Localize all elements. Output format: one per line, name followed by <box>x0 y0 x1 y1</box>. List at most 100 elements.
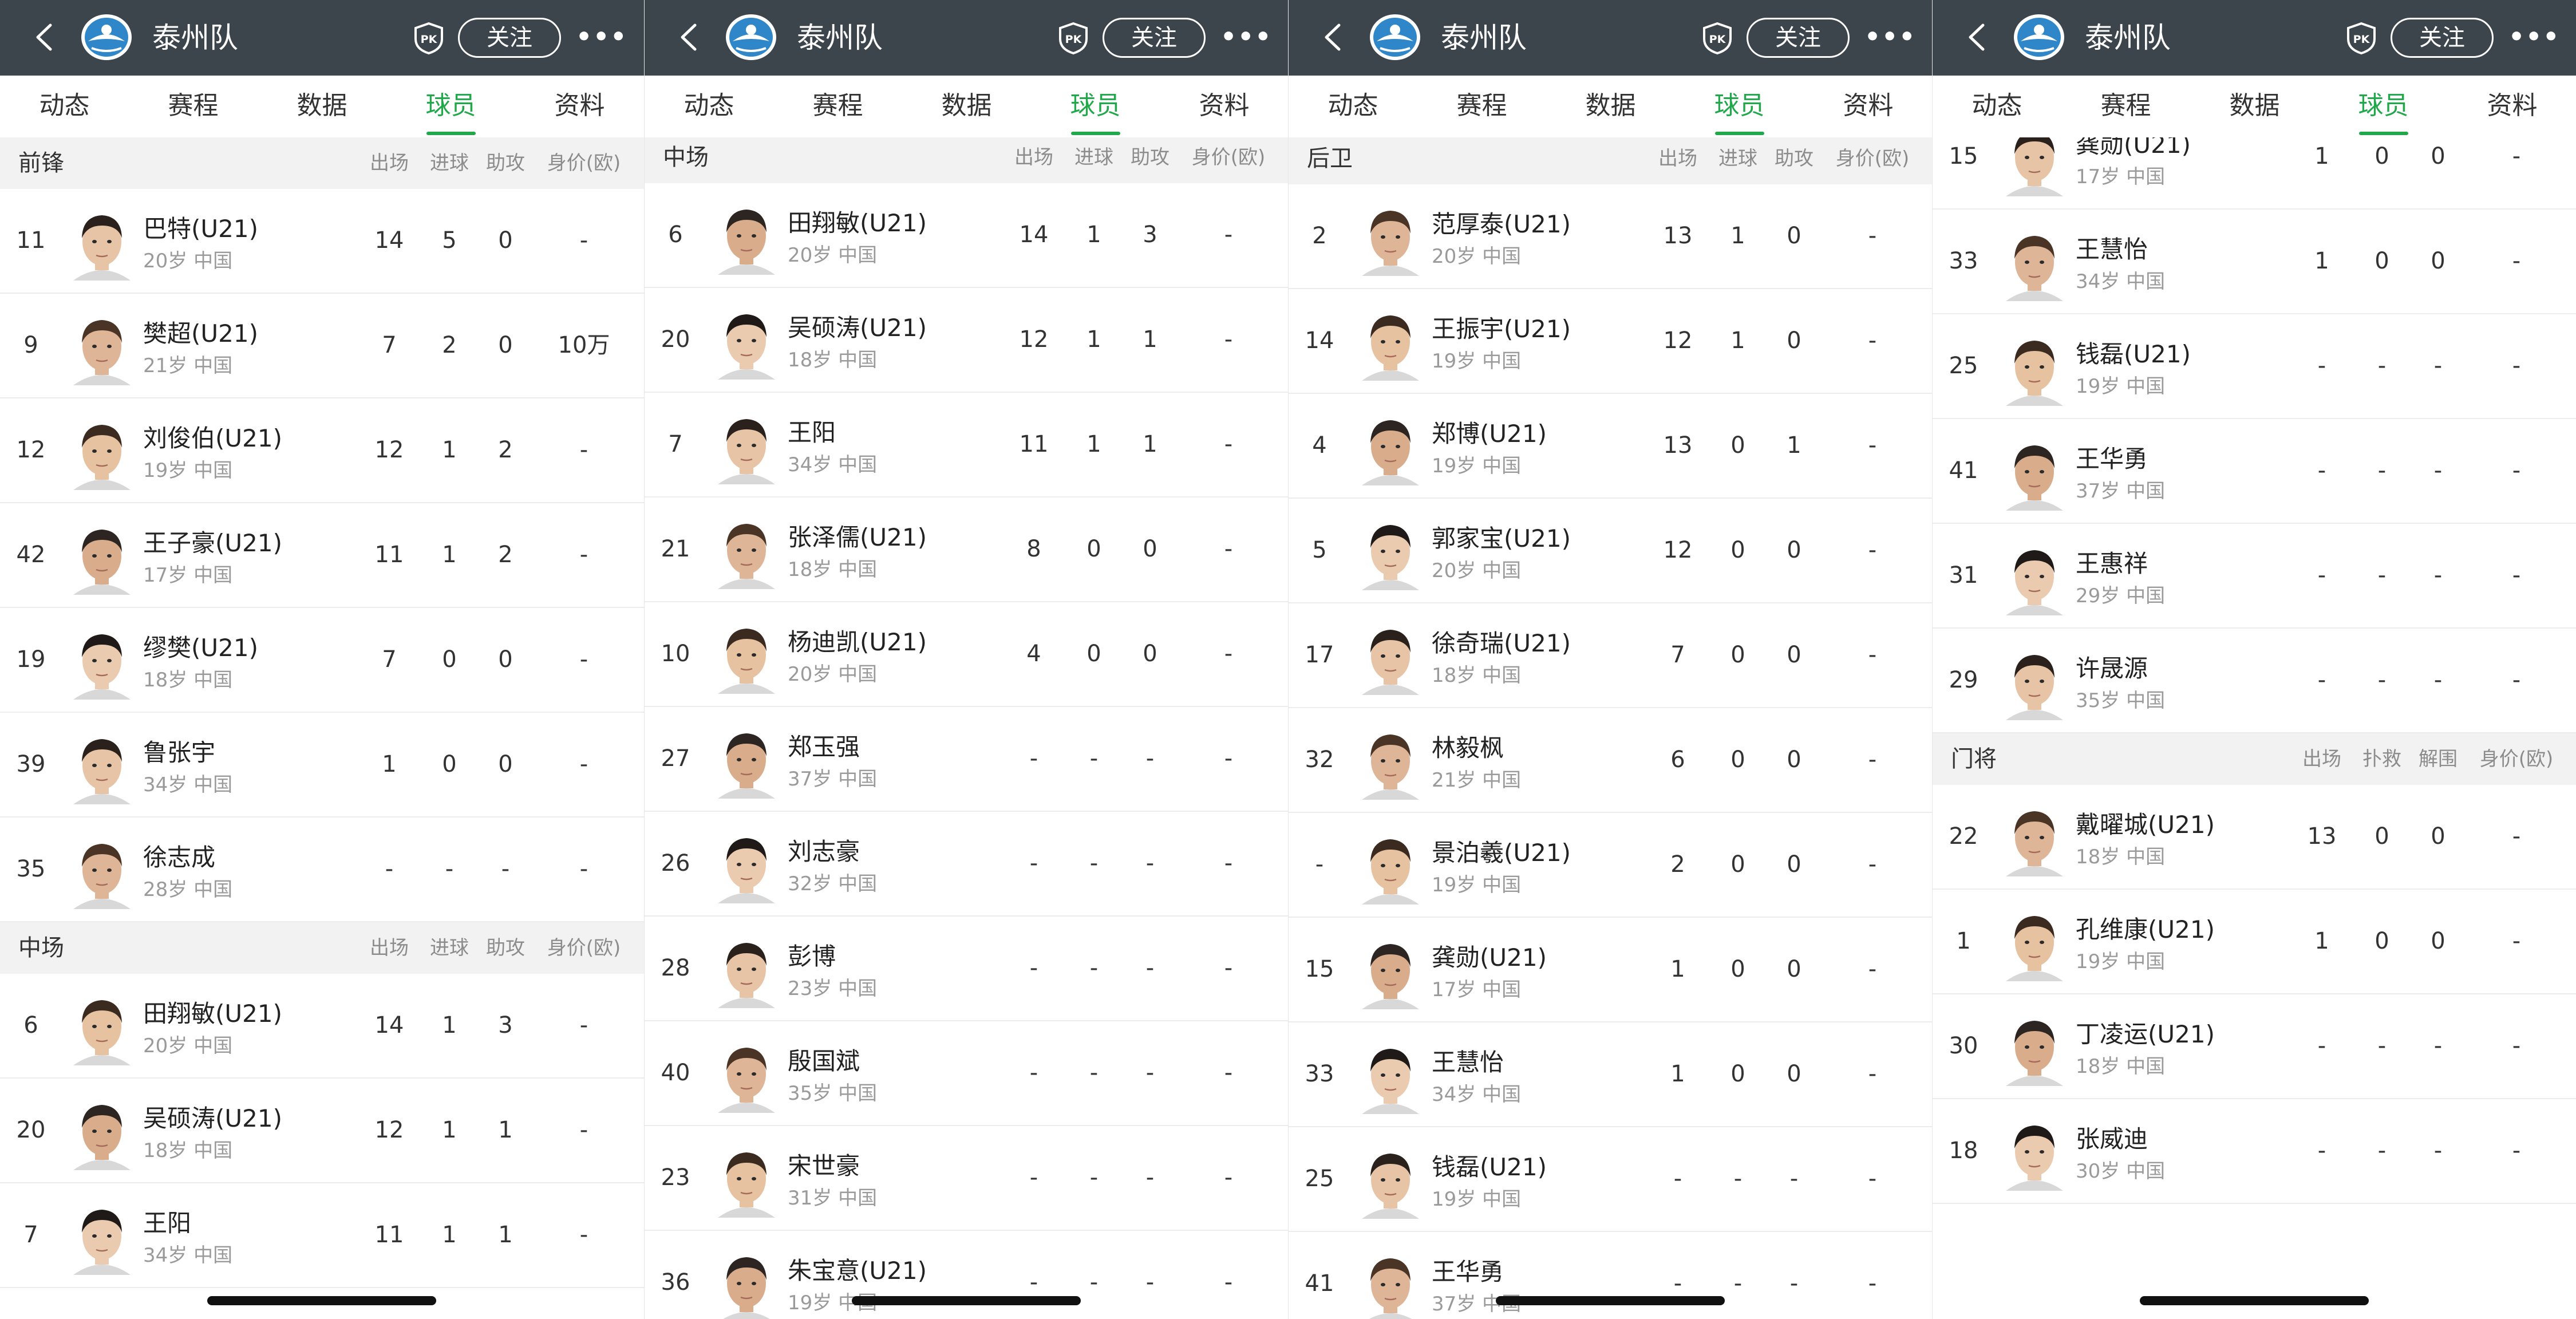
more-menu-icon[interactable]: ••• <box>576 23 626 52</box>
player-row[interactable]: 25 钱磊(U21) 19岁 中国 - - - - <box>1933 314 2576 419</box>
tab-4[interactable]: 资料 <box>515 76 644 137</box>
player-row[interactable]: 30 丁凌运(U21) 18岁 中国 - - - - <box>1933 994 2576 1099</box>
player-row[interactable]: 32 林毅枫 21岁 中国 6 0 0 - <box>1289 708 1932 813</box>
follow-button[interactable]: 关注 <box>1103 18 1206 58</box>
player-row[interactable]: 40 殷国斌 35岁 中国 - - - - <box>645 1021 1288 1126</box>
player-row[interactable]: 6 田翔敏(U21) 20岁 中国 14 1 3 - <box>0 974 644 1079</box>
player-list[interactable]: 后卫 出场 进球 助攻 身价(欧) 2 范厚泰(U21) 20岁 中国 13 1 0-14 王振宇(U… <box>1289 137 1932 1319</box>
tab-3[interactable]: 球员 <box>386 76 515 137</box>
player-age-nationality: 20岁 中国 <box>143 1034 233 1057</box>
player-row[interactable]: 21 张泽儒(U21) 18岁 中国 8 0 0 - <box>645 497 1288 602</box>
player-row[interactable]: 12 刘俊伯(U21) 19岁 中国 12 1 2- <box>0 398 644 503</box>
follow-button[interactable]: 关注 <box>1747 18 1850 58</box>
player-age-nationality: 18岁 中国 <box>788 558 878 581</box>
back-arrow-icon[interactable] <box>1314 17 1354 57</box>
stat-cell: - <box>1029 745 1038 772</box>
player-name: 戴曜城(U21) <box>2076 811 2215 839</box>
player-name: 彭博 <box>788 942 836 970</box>
tab-0[interactable]: 动态 <box>0 76 129 137</box>
player-row[interactable]: 25 钱磊(U21) 19岁 中国 - - - - <box>1289 1127 1932 1232</box>
player-list[interactable]: 前锋 出场 进球 助攻 身价(欧) 11 巴特(U21) 20岁 中国 14 5 0-9 樊超(U21… <box>0 137 644 1319</box>
stat-cell: - <box>1029 1269 1038 1296</box>
back-arrow-icon[interactable] <box>25 17 65 57</box>
stat-cell: 1 <box>1730 327 1745 354</box>
follow-button[interactable]: 关注 <box>458 18 561 58</box>
tab-1[interactable]: 赛程 <box>129 76 258 137</box>
player-row[interactable]: 17 徐奇瑞(U21) 18岁 中国 7 0 0 - <box>1289 603 1932 708</box>
tab-3[interactable]: 球员 <box>1031 76 1160 137</box>
more-menu-icon[interactable]: ••• <box>1864 23 1915 52</box>
tab-0[interactable]: 动态 <box>1289 76 1417 137</box>
player-row[interactable]: 6 田翔敏(U21) 20岁 中国 14 1 3 - <box>645 183 1288 288</box>
phone-screen: 后卫 出场 进球 助攻 身价(欧) 2 范厚泰(U21) 20岁 中国 13 1 0-14 王振宇(U… <box>1288 0 1932 1319</box>
player-row[interactable]: 39 鲁张宇 34岁 中国 1 0 0 - <box>0 713 644 818</box>
player-row[interactable]: 35 徐志成 28岁 中国 - - - - <box>0 818 644 922</box>
tab-2[interactable]: 数据 <box>1546 76 1675 137</box>
player-row[interactable]: 5 郭家宝(U21) 20岁 中国 12 0 0 - <box>1289 499 1932 603</box>
player-row[interactable]: 29 许晟源 35岁 中国 - - - - <box>1933 629 2576 733</box>
player-row[interactable]: 7 王阳 34岁 中国 11 1 1- <box>0 1183 644 1288</box>
player-row[interactable]: 36 朱宝意(U21) 19岁 中国 - - - - <box>645 1231 1288 1319</box>
player-row[interactable]: 18 张威迪 30岁 中国 - - - - <box>1933 1099 2576 1204</box>
tab-1[interactable]: 赛程 <box>2061 76 2190 137</box>
player-row[interactable]: 42 王子豪(U21) 17岁 中国 11 1 2- <box>0 503 644 608</box>
player-row[interactable]: 28 彭博 23岁 中国 - - - - <box>645 917 1288 1021</box>
player-row[interactable]: 27 郑玉强 37岁 中国 - - - - <box>645 707 1288 812</box>
player-row[interactable]: 33 王慧怡 34岁 中国 1 0 0 - <box>1933 210 2576 314</box>
player-list[interactable]: 中场 出场 进球 助攻 身价(欧) 6 田翔敏(U21) 20岁 中国 14 1 3-20 吴硕涛(U… <box>645 137 1288 1319</box>
player-row[interactable]: 1 孔维康(U21) 19岁 中国 1 0 0 - <box>1933 890 2576 994</box>
player-row[interactable]: 7 王阳 34岁 中国 11 1 1- <box>645 393 1288 497</box>
player-row[interactable]: 9 樊超(U21) 21岁 中国 7 2 0 10万 <box>0 294 644 398</box>
player-row[interactable]: 22 戴曜城(U21) 18岁 中国 13 0 0 - <box>1933 785 2576 890</box>
pk-shield-icon[interactable]: PK <box>2346 22 2377 55</box>
tab-2[interactable]: 数据 <box>258 76 386 137</box>
tab-0[interactable]: 动态 <box>645 76 773 137</box>
section-title: 中场 <box>663 144 709 171</box>
tab-1[interactable]: 赛程 <box>1417 76 1546 137</box>
jersey-number: 15 <box>1305 956 1334 982</box>
tab-1[interactable]: 赛程 <box>773 76 902 137</box>
player-list[interactable]: -景泊羲(U21)19岁 中国200-15龚勋(U21)17岁 中国100-33… <box>1933 137 2576 1319</box>
player-row[interactable]: 20 吴硕涛(U21) 18岁 中国 12 1 1 - <box>645 288 1288 393</box>
pk-shield-icon[interactable]: PK <box>413 22 444 55</box>
player-row[interactable]: 23 宋世豪 31岁 中国 - - - - <box>645 1126 1288 1231</box>
player-name: 张威迪 <box>2076 1125 2148 1153</box>
tab-2[interactable]: 数据 <box>902 76 1031 137</box>
player-name: 丁凌运(U21) <box>2076 1020 2215 1048</box>
player-row[interactable]: 4 郑博(U21) 19岁 中国 13 0 1 - <box>1289 394 1932 499</box>
player-row[interactable]: 26 刘志豪 32岁 中国 - - - - <box>645 812 1288 917</box>
back-arrow-icon[interactable] <box>1958 17 1998 57</box>
pk-shield-icon[interactable]: PK <box>1702 22 1733 55</box>
more-menu-icon[interactable]: ••• <box>1220 23 1271 52</box>
player-row[interactable]: 41 王华勇 37岁 中国 - - - - <box>1933 419 2576 524</box>
stat-cell: 13 <box>2307 823 2337 850</box>
player-row[interactable]: 19 缪樊(U21) 18岁 中国 7 0 0 - <box>0 608 644 713</box>
player-row[interactable]: 15 龚勋(U21) 17岁 中国 1 0 0 - <box>1933 137 2576 210</box>
player-row[interactable]: - 景泊羲(U21) 19岁 中国 2 0 0 - <box>1289 813 1932 918</box>
player-row[interactable]: 11 巴特(U21) 20岁 中国 14 5 0 - <box>0 189 644 294</box>
player-row[interactable]: 2 范厚泰(U21) 20岁 中国 13 1 0 - <box>1289 184 1932 289</box>
player-age-nationality: 37岁 中国 <box>788 768 878 791</box>
player-row[interactable]: 20 吴硕涛(U21) 18岁 中国 12 1 1 - <box>0 1079 644 1183</box>
player-row[interactable]: 15 龚勋(U21) 17岁 中国 1 0 0 - <box>1289 918 1932 1022</box>
tab-4[interactable]: 资料 <box>1804 76 1932 137</box>
player-row[interactable]: 31 王惠祥 29岁 中国 - - - - <box>1933 524 2576 629</box>
stat-cell: 0 <box>2431 823 2445 850</box>
tab-3[interactable]: 球员 <box>2319 76 2448 137</box>
jersey-number: 6 <box>23 1012 38 1038</box>
player-row[interactable]: 10 杨迪凯(U21) 20岁 中国 4 0 0 - <box>645 602 1288 707</box>
tab-3[interactable]: 球员 <box>1675 76 1804 137</box>
player-row[interactable]: 14 王振宇(U21) 19岁 中国 12 1 0 - <box>1289 289 1932 394</box>
tab-2[interactable]: 数据 <box>2190 76 2319 137</box>
pk-shield-icon[interactable]: PK <box>1058 22 1089 55</box>
player-name: 王惠祥 <box>2076 550 2148 578</box>
more-menu-icon[interactable]: ••• <box>2508 23 2559 52</box>
tab-4[interactable]: 资料 <box>2448 76 2576 137</box>
player-name: 钱磊(U21) <box>1432 1153 1547 1181</box>
tab-0[interactable]: 动态 <box>1933 76 2061 137</box>
follow-button[interactable]: 关注 <box>2391 18 2494 58</box>
tab-4[interactable]: 资料 <box>1160 76 1288 137</box>
player-row[interactable]: 41 王华勇 37岁 中国 - - - - <box>1289 1232 1932 1319</box>
player-row[interactable]: 33 王慧怡 34岁 中国 1 0 0 - <box>1289 1022 1932 1127</box>
back-arrow-icon[interactable] <box>670 17 710 57</box>
